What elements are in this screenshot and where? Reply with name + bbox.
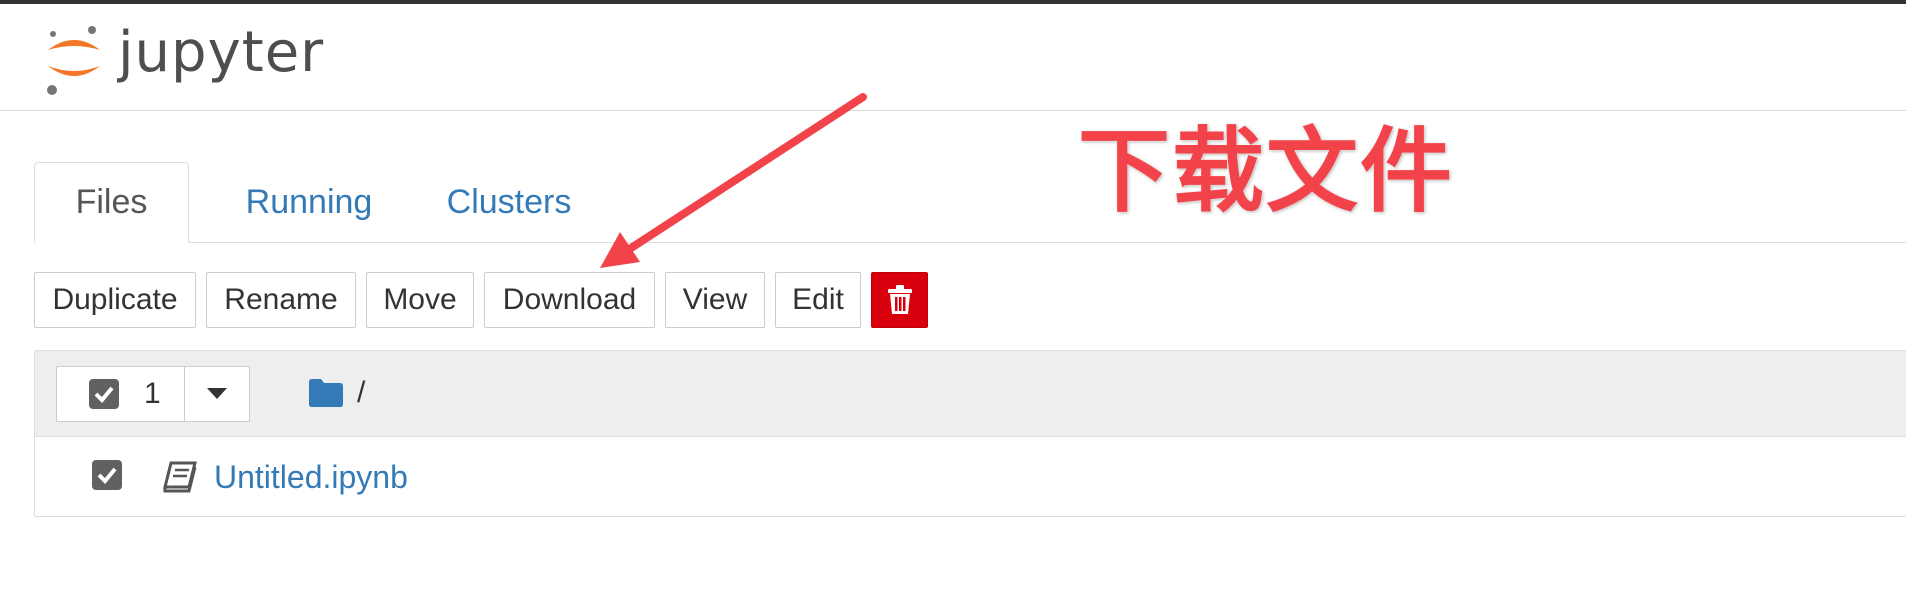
folder-icon[interactable] — [309, 379, 343, 407]
rename-button[interactable]: Rename — [206, 272, 356, 328]
file-name-link[interactable]: Untitled.ipynb — [214, 459, 408, 496]
download-button[interactable]: Download — [484, 272, 655, 328]
tab-clusters[interactable]: Clusters — [434, 162, 584, 242]
checkbox-checked-icon — [89, 379, 119, 409]
tab-running-label: Running — [245, 182, 373, 221]
checkmark-icon — [97, 467, 117, 484]
row-checkbox[interactable] — [92, 460, 122, 490]
file-list: 1 / Untitled.ipynb — [34, 350, 1906, 517]
brand-name: jupyter — [118, 20, 325, 85]
select-all-group: 1 — [56, 366, 250, 422]
breadcrumb: / — [309, 373, 365, 413]
selected-count: 1 — [144, 377, 161, 410]
jupyter-logo[interactable]: jupyter — [44, 18, 324, 98]
view-button[interactable]: View — [665, 272, 765, 328]
jupyter-logo-icon — [47, 26, 100, 95]
tab-clusters-label: Clusters — [446, 182, 572, 221]
select-dropdown-button[interactable] — [184, 367, 249, 421]
tab-files[interactable]: Files — [34, 162, 189, 243]
header: jupyter — [0, 4, 1906, 111]
tab-files-label: Files — [75, 183, 148, 221]
tab-running[interactable]: Running — [234, 162, 384, 242]
edit-button[interactable]: Edit — [775, 272, 861, 328]
caret-down-icon — [206, 388, 227, 399]
duplicate-button[interactable]: Duplicate — [34, 272, 196, 328]
tab-bar: Files Running Clusters — [34, 162, 1906, 243]
select-all-checkbox[interactable]: 1 — [57, 367, 185, 421]
trash-icon — [887, 285, 912, 314]
list-item: Untitled.ipynb — [35, 437, 1906, 517]
delete-button[interactable] — [871, 272, 928, 328]
path-label[interactable]: / — [357, 376, 365, 410]
move-button[interactable]: Move — [366, 272, 474, 328]
notebook-icon — [163, 461, 197, 493]
file-list-header: 1 / — [35, 351, 1906, 437]
